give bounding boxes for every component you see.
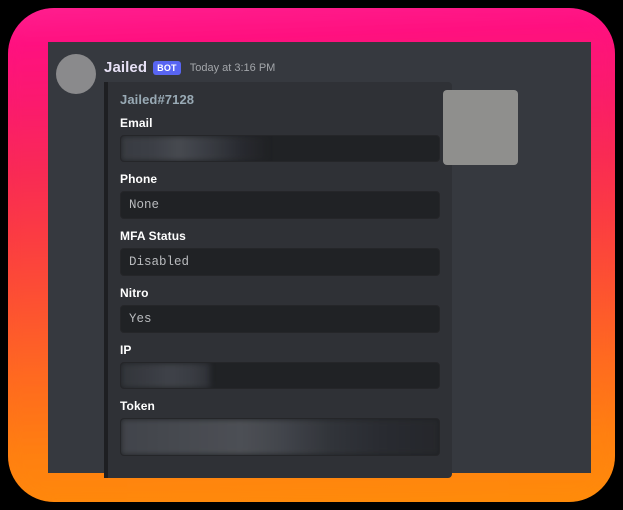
- embed-body: Jailed#7128 Email Phone None MFA Status …: [108, 92, 452, 456]
- discord-chat-surface: Jailed BOT Today at 3:16 PM Jailed#7128 …: [48, 42, 591, 478]
- field-label-mfa-status: MFA Status: [120, 229, 186, 243]
- bot-badge: BOT: [153, 61, 181, 75]
- embed-field-token: Token: [120, 399, 440, 456]
- field-value-email: [120, 135, 440, 162]
- message-author-name[interactable]: Jailed: [104, 59, 147, 76]
- embed-field-email: Email: [120, 116, 440, 162]
- field-label-email: Email: [120, 116, 153, 130]
- embed-field-nitro: Nitro Yes: [120, 286, 440, 333]
- field-label-phone: Phone: [120, 172, 158, 186]
- field-value-phone: None: [120, 191, 440, 219]
- avatar-image: [56, 54, 96, 94]
- field-label-token: Token: [120, 399, 155, 413]
- field-value-mfa-status: Disabled: [120, 248, 440, 276]
- chat-message: Jailed BOT Today at 3:16 PM Jailed#7128 …: [48, 42, 591, 478]
- message-timestamp: Today at 3:16 PM: [189, 62, 276, 74]
- embed-field-ip: IP: [120, 343, 440, 389]
- field-value-ip: [120, 362, 440, 389]
- field-label-nitro: Nitro: [120, 286, 149, 300]
- gradient-border-frame: Jailed BOT Today at 3:16 PM Jailed#7128 …: [8, 8, 615, 502]
- redaction-blur-ip: [121, 363, 211, 388]
- embed-thumbnail[interactable]: [443, 90, 518, 165]
- field-label-ip: IP: [120, 343, 132, 357]
- message-embed: Jailed#7128 Email Phone None MFA Status …: [104, 82, 518, 478]
- embed-field-mfa-status: MFA Status Disabled: [120, 229, 440, 276]
- field-value-token: [120, 418, 440, 456]
- redaction-blur-token: [121, 419, 439, 455]
- redaction-blur-email: [121, 136, 268, 161]
- avatar[interactable]: [56, 54, 96, 94]
- embed-title: Jailed#7128: [120, 92, 195, 107]
- embed-thumbnail-image: [443, 90, 518, 165]
- field-value-nitro: Yes: [120, 305, 440, 333]
- message-header: Jailed BOT Today at 3:16 PM: [104, 56, 591, 78]
- embed-field-phone: Phone None: [120, 172, 440, 219]
